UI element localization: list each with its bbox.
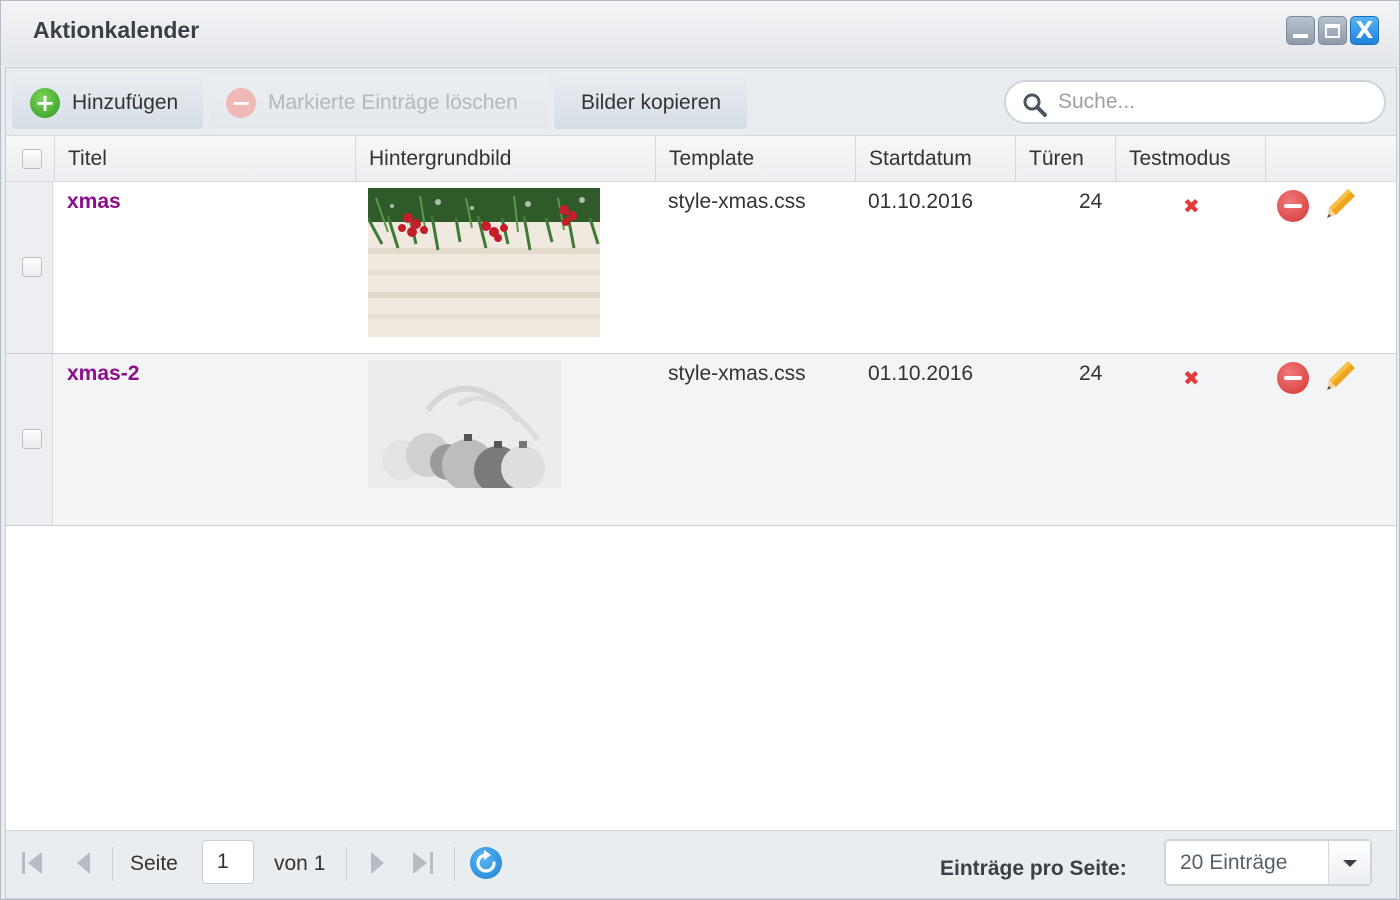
pager-separator [346, 847, 347, 881]
app-window: Aktionkalender X + Hinzufügen − Markiert… [0, 0, 1400, 900]
plus-icon: + [30, 87, 60, 118]
page-label: Seite [130, 852, 178, 875]
column-header-titel[interactable]: Titel [55, 136, 356, 182]
row-start-date: 01.10.2016 [868, 362, 974, 385]
toolbar: + Hinzufügen − Markierte Einträge lösche… [6, 68, 1396, 136]
previous-page-icon[interactable] [74, 849, 94, 877]
table-row[interactable]: xmas-2 style-xmas.css 01.10.2016 24 ✖ [6, 354, 1396, 526]
next-page-icon[interactable] [368, 849, 388, 877]
column-header-hintergrundbild[interactable]: Hintergrundbild [356, 136, 656, 182]
background-image-thumbnail[interactable] [368, 188, 600, 337]
close-icon[interactable]: X [1350, 16, 1379, 45]
row-start-date: 01.10.2016 [868, 190, 974, 213]
row-select-cell [6, 182, 53, 353]
background-image-thumbnail[interactable] [368, 360, 562, 509]
pager-separator [112, 847, 113, 881]
window-controls: X [1286, 16, 1379, 45]
column-header-template[interactable]: Template [656, 136, 856, 182]
delete-row-icon[interactable] [1277, 362, 1309, 394]
last-page-icon[interactable] [410, 849, 436, 877]
delete-selected-button[interactable]: − Markierte Einträge löschen [209, 76, 549, 129]
page-number-input[interactable] [202, 840, 254, 884]
column-header-testmodus[interactable]: Testmodus [1116, 136, 1266, 182]
search-box[interactable] [1004, 80, 1386, 124]
minus-icon: − [226, 87, 256, 118]
row-title-link[interactable]: xmas-2 [67, 362, 139, 386]
search-icon [1023, 93, 1047, 117]
page-count-label: von 1 [274, 852, 326, 875]
silver-baubles-image [368, 360, 562, 509]
add-button[interactable]: + Hinzufügen [12, 76, 203, 129]
copy-images-button[interactable]: Bilder kopieren [554, 76, 747, 129]
row-template: style-xmas.css [668, 362, 806, 385]
pagination-bar: Seite von 1 Einträge pro Seite: 20 Eintr… [6, 830, 1396, 898]
x-icon[interactable]: ✖ [1183, 194, 1200, 218]
add-button-label: Hinzufügen [72, 90, 179, 114]
row-template: style-xmas.css [668, 190, 806, 213]
column-header-actions [1266, 136, 1396, 182]
table-row[interactable]: xmas style-xmas.css 01.10.2016 24 ✖ [6, 182, 1396, 354]
per-page-value: 20 Einträge [1180, 851, 1288, 874]
header-select-cell [6, 136, 55, 182]
delete-row-icon[interactable] [1277, 190, 1309, 222]
per-page-label: Einträge pro Seite: [940, 857, 1127, 880]
first-page-icon[interactable] [20, 849, 46, 877]
copy-images-label: Bilder kopieren [581, 90, 722, 114]
row-doors: 24 [1079, 190, 1103, 213]
pager-separator [454, 847, 455, 881]
column-header-tueren[interactable]: Türen [1016, 136, 1116, 182]
row-checkbox[interactable] [22, 257, 42, 277]
minimize-icon[interactable] [1286, 16, 1315, 45]
row-doors: 24 [1079, 362, 1103, 385]
title-bar[interactable]: Aktionkalender X [1, 1, 1399, 65]
refresh-icon[interactable] [470, 847, 502, 879]
christmas-branches-image [368, 188, 600, 337]
row-select-cell [6, 354, 53, 525]
edit-pencil-icon[interactable] [1324, 186, 1358, 222]
grid-header: Titel Hintergrundbild Template Startdatu… [6, 136, 1396, 182]
delete-selected-label: Markierte Einträge löschen [268, 90, 518, 114]
chevron-down-icon[interactable] [1328, 841, 1370, 884]
select-all-checkbox[interactable] [22, 149, 42, 169]
search-input[interactable] [1058, 87, 1368, 117]
window-title: Aktionkalender [33, 17, 200, 43]
row-checkbox[interactable] [22, 429, 42, 449]
row-title-link[interactable]: xmas [67, 190, 121, 214]
column-header-startdatum[interactable]: Startdatum [856, 136, 1016, 182]
per-page-select[interactable]: 20 Einträge [1164, 839, 1372, 886]
grid-panel: + Hinzufügen − Markierte Einträge lösche… [5, 67, 1397, 899]
maximize-icon[interactable] [1318, 16, 1347, 45]
x-icon[interactable]: ✖ [1183, 366, 1200, 390]
refresh-arrow-glyph [476, 850, 496, 873]
edit-pencil-icon[interactable] [1324, 358, 1358, 394]
